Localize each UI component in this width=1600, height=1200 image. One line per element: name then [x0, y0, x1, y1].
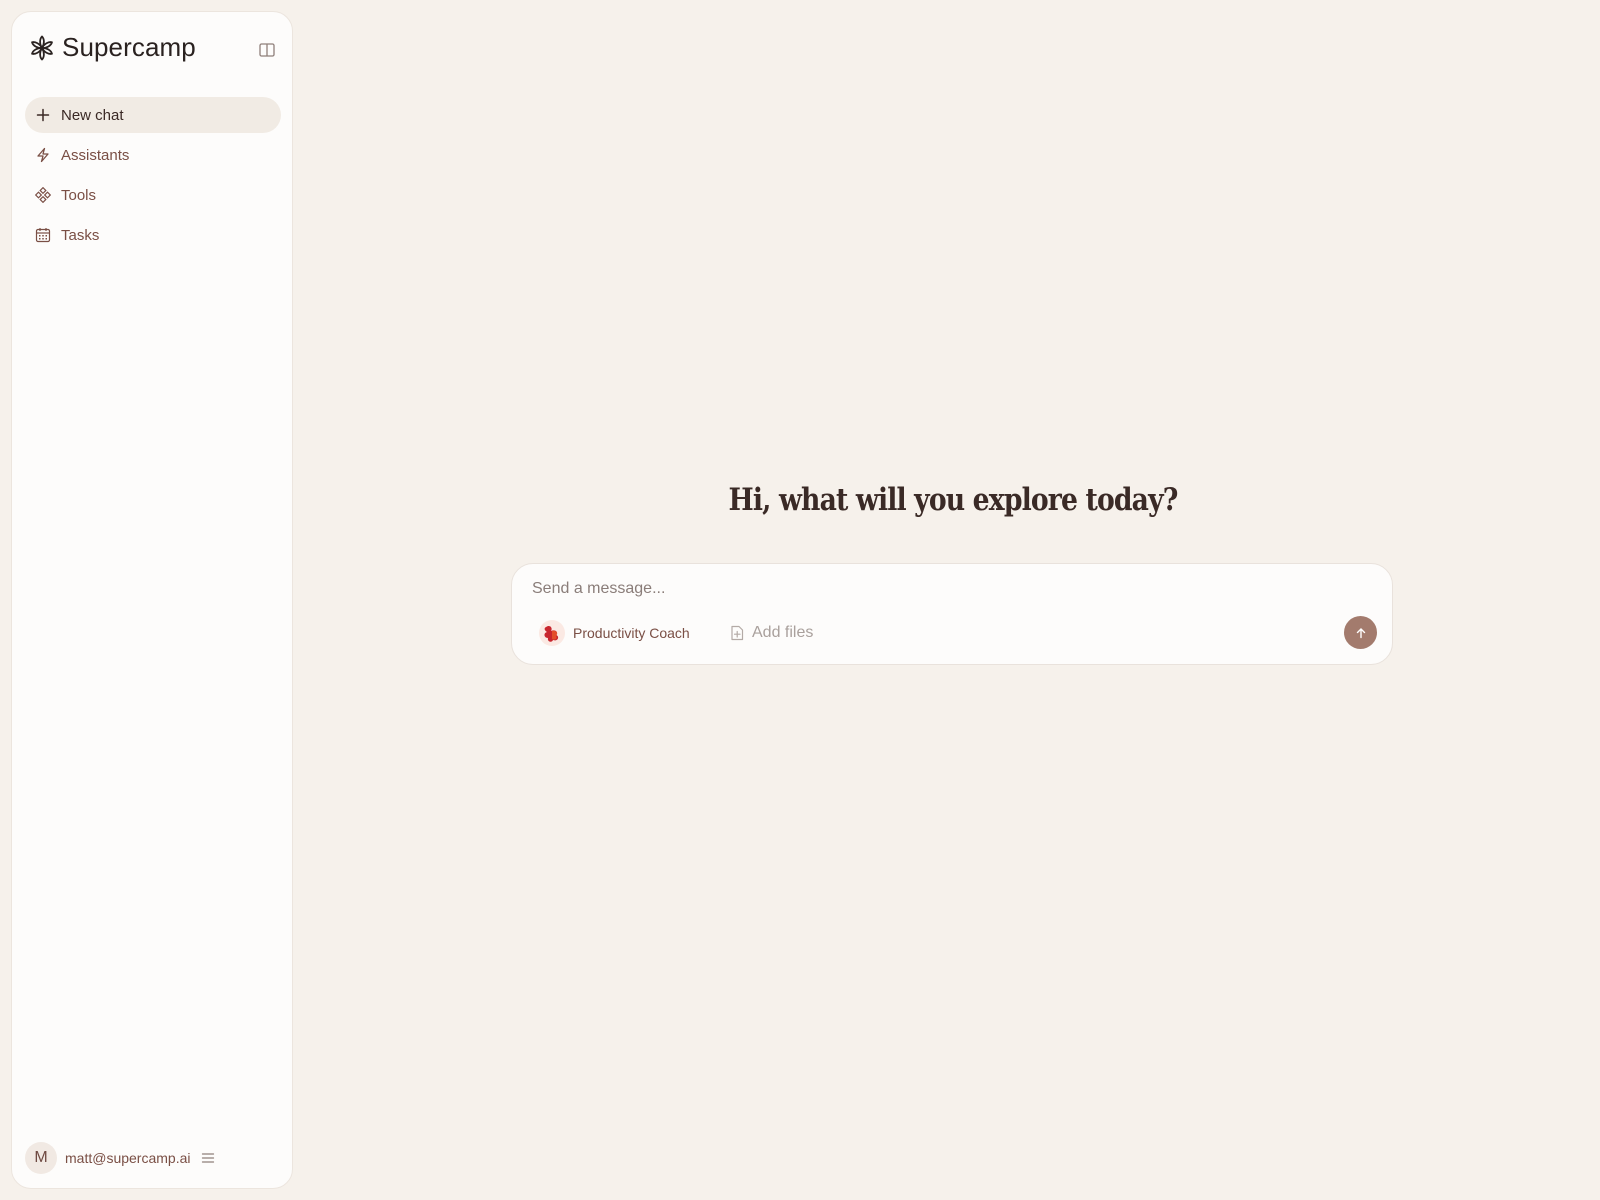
- sidebar-item-new-chat[interactable]: New chat: [25, 97, 281, 133]
- assistant-selector[interactable]: Productivity Coach: [539, 620, 690, 646]
- message-composer: Productivity Coach Add files: [511, 563, 1393, 665]
- user-account[interactable]: M matt@supercamp.ai: [25, 1142, 216, 1174]
- assistant-name: Productivity Coach: [573, 625, 690, 641]
- sidebar-item-label: Assistants: [61, 146, 130, 164]
- arrow-up-icon: [1356, 627, 1365, 638]
- plus-icon: [36, 108, 50, 122]
- sidebar-item-tools[interactable]: Tools: [25, 177, 281, 213]
- user-email: matt@supercamp.ai: [65, 1150, 191, 1166]
- add-files-label: Add files: [752, 624, 814, 641]
- avatar: M: [25, 1142, 57, 1174]
- add-file-icon: [731, 625, 744, 641]
- sidebar: Supercamp New chat Assistants Tools Task…: [11, 11, 293, 1189]
- sidebar-toggle-icon: [259, 43, 275, 57]
- send-button[interactable]: [1344, 616, 1377, 649]
- tools-icon: [35, 187, 51, 203]
- productivity-coach-avatar-icon: [539, 620, 565, 646]
- supercamp-logo-icon: [31, 35, 53, 60]
- greeting-heading: Hi, what will you explore today?: [728, 482, 1179, 518]
- sidebar-item-tasks[interactable]: Tasks: [25, 217, 281, 253]
- lightning-icon: [37, 147, 49, 163]
- message-input[interactable]: [532, 580, 1352, 598]
- sidebar-nav: New chat Assistants Tools Tasks: [25, 97, 281, 257]
- brand[interactable]: Supercamp: [28, 32, 196, 63]
- collapse-sidebar-button[interactable]: [256, 39, 278, 61]
- add-files-button[interactable]: Add files: [730, 624, 813, 642]
- sidebar-item-assistants[interactable]: Assistants: [25, 137, 281, 173]
- calendar-icon: [35, 228, 51, 243]
- menu-icon[interactable]: [200, 1150, 216, 1166]
- sidebar-item-label: Tasks: [61, 226, 100, 244]
- brand-name: Supercamp: [62, 32, 196, 62]
- sidebar-item-label: New chat: [61, 106, 124, 124]
- sidebar-item-label: Tools: [61, 186, 97, 204]
